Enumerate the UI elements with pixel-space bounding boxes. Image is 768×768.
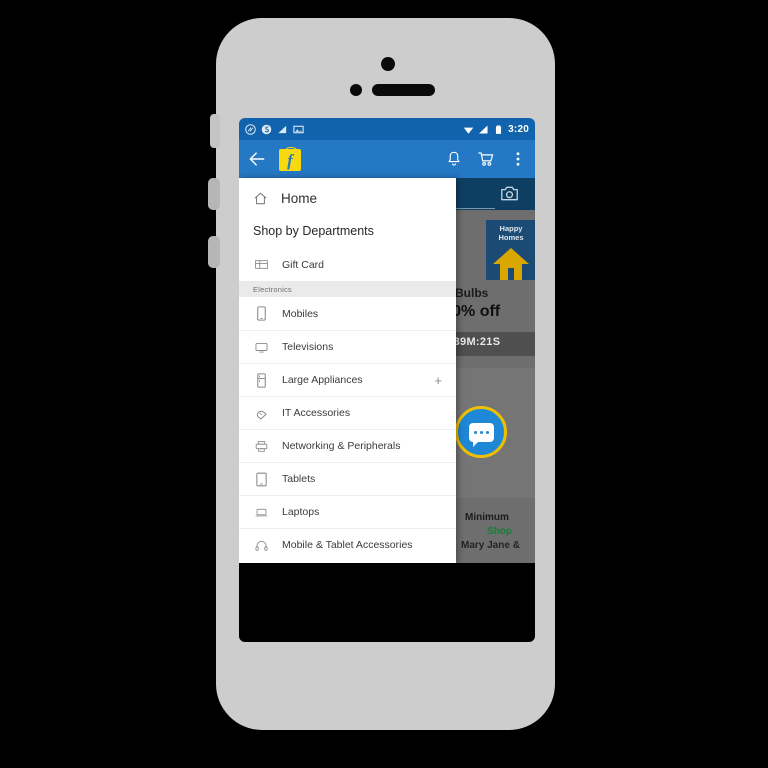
flipkart-logo[interactable]: f (279, 147, 301, 171)
sidebar-item-mobiles[interactable]: Mobiles (239, 297, 456, 330)
phone-body: 3:20 f Happy Homes ED Bulbs n 40% off 0H… (208, 18, 555, 730)
overflow-menu-icon[interactable] (509, 150, 527, 168)
chat-bubble-tail (472, 440, 479, 447)
battery-icon (496, 124, 502, 134)
footer-brand-text: Mary Jane & (461, 540, 520, 551)
volume-up-button[interactable] (208, 178, 220, 210)
home-icon (254, 192, 267, 204)
departments-title: Shop by Departments (253, 224, 374, 238)
sidebar-item-it-accessories[interactable]: IT Accessories (239, 396, 456, 429)
sidebar-item-label: Laptops (282, 506, 320, 518)
sidebar-item-mobile-tablet-accessories[interactable]: Mobile & Tablet Accessories (239, 528, 456, 561)
gift-card-icon (255, 260, 268, 269)
printer-icon (255, 440, 268, 452)
chat-dot (473, 430, 477, 434)
sidebar-item-tablets[interactable]: Tablets (239, 462, 456, 495)
promo-banner[interactable]: Happy Homes (486, 220, 535, 280)
chat-dot (479, 430, 483, 434)
footer-minimum-text: Minimum (465, 512, 509, 523)
chat-bubble-dots (469, 423, 494, 442)
sidebar-item-laptops[interactable]: Laptops (239, 495, 456, 528)
sidebar-item-label: Tablets (282, 473, 316, 485)
app-bar: f (239, 140, 535, 178)
wifi-icon (463, 127, 474, 134)
shopping-cart-icon[interactable] (477, 150, 495, 168)
refrigerator-icon (257, 372, 266, 388)
drawer-section-header: Electronics (239, 281, 456, 297)
sidebar-item-label: Mobile & Tablet Accessories (282, 539, 413, 551)
sidebar-item-televisions[interactable]: Televisions (239, 330, 456, 363)
silent-switch[interactable] (210, 114, 220, 148)
tablet-icon (256, 472, 267, 486)
television-icon (255, 342, 268, 352)
status-bar: 3:20 (239, 118, 535, 140)
mobile-phone-icon (257, 306, 266, 321)
cellular-signal-icon (479, 124, 488, 134)
status-notification-icons (245, 123, 304, 135)
sidebar-item-label: Televisions (282, 341, 334, 353)
notification-circle-icon (245, 123, 256, 135)
sidebar-item-home[interactable]: Home (239, 178, 456, 218)
promo-house-roof (493, 248, 529, 264)
promo-house-door (508, 268, 514, 280)
notification-s-icon (261, 124, 272, 134)
signal-triangle-icon (278, 125, 287, 133)
sidebar-item-expander[interactable]: + (434, 374, 442, 387)
notification-bell-icon[interactable] (445, 150, 463, 168)
sidebar-item-gift-card[interactable]: Gift Card (239, 248, 456, 281)
phone-screen: 3:20 f Happy Homes ED Bulbs n 40% off 0H… (239, 118, 535, 563)
screen-bezel: 3:20 f Happy Homes ED Bulbs n 40% off 0H… (239, 118, 535, 642)
chat-bubble-icon (468, 422, 494, 447)
promo-banner-title: Happy Homes (498, 224, 524, 242)
mouse-icon (256, 410, 267, 419)
back-arrow-icon[interactable] (247, 149, 267, 169)
front-camera (381, 57, 395, 71)
sidebar-item-large-appliances[interactable]: Large Appliances + (239, 363, 456, 396)
earpiece-speaker (372, 84, 435, 96)
sidebar-item-label: Gift Card (282, 258, 325, 271)
proximity-sensor (350, 84, 362, 96)
app-bar-actions (445, 150, 527, 168)
footer-shop-link[interactable]: Shop (487, 526, 512, 537)
headphones-icon (255, 540, 268, 551)
sidebar-item-label: IT Accessories (282, 407, 351, 419)
sidebar-item-label: Home (281, 190, 318, 206)
laptop-icon (255, 508, 268, 516)
chat-dot (485, 430, 489, 434)
sidebar-item-networking-peripherals[interactable]: Networking & Peripherals (239, 429, 456, 462)
status-system-icons: 3:20 (463, 124, 529, 135)
sidebar-item-label: Mobiles (282, 307, 319, 320)
screenshot-stage: 3:20 f Happy Homes ED Bulbs n 40% off 0H… (0, 0, 768, 768)
image-icon (293, 125, 304, 133)
sidebar-item-label: Networking & Peripherals (282, 440, 401, 452)
volume-down-button[interactable] (208, 236, 220, 268)
status-clock: 3:20 (508, 123, 529, 135)
chat-fab-button[interactable] (455, 406, 507, 458)
logo-letter: f (287, 150, 293, 170)
camera-icon[interactable] (500, 185, 519, 202)
sidebar-item-label: Large Appliances (282, 374, 363, 386)
navigation-drawer: Home Shop by Departments Gift Card Elect… (239, 178, 456, 563)
